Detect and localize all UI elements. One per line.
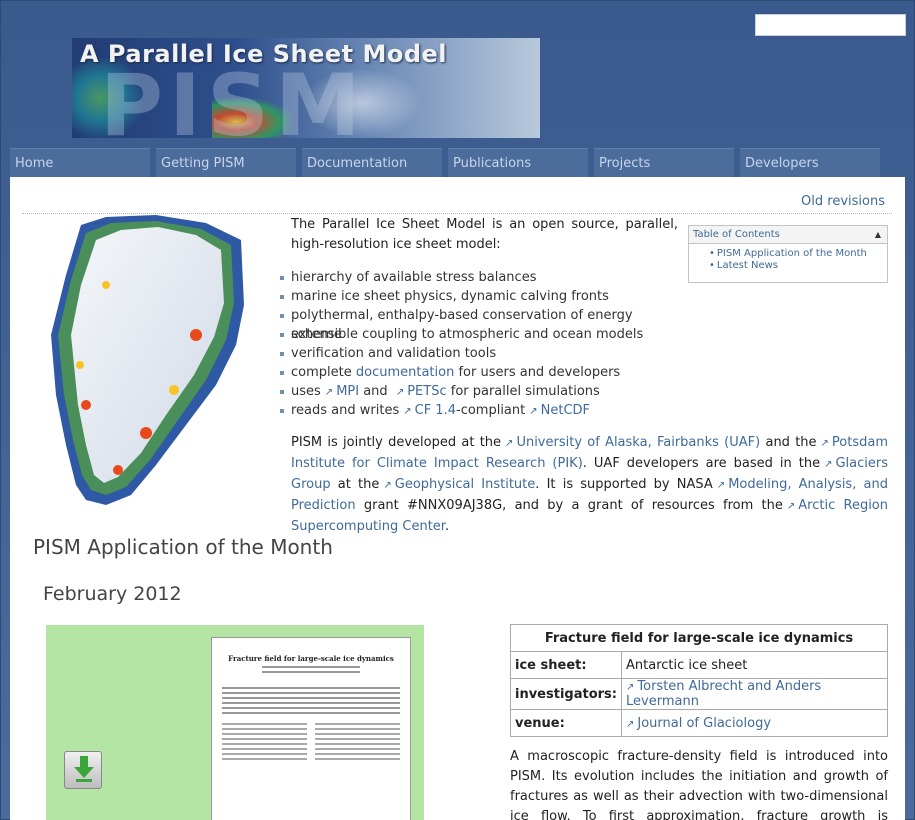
netcdf-link[interactable]: NetCDF (541, 403, 590, 418)
old-revisions-link[interactable]: Old revisions (801, 194, 885, 209)
month-heading: February 2012 (43, 583, 182, 605)
section-heading: PISM Application of the Month (33, 535, 333, 559)
banner-logo: PISM (100, 56, 367, 138)
nav-home[interactable]: Home (10, 148, 150, 177)
mpi-link[interactable]: MPI (336, 384, 359, 399)
nav-developers[interactable]: Developers (740, 148, 880, 177)
list-item: hierarchy of available stress balances (280, 268, 680, 287)
main-content: Old revisions The Parallel Ice Sheet Mod… (10, 177, 905, 820)
list-item: extensible coupling to atmospheric and o… (280, 325, 680, 344)
toc-item-news[interactable]: Latest News (709, 260, 887, 272)
external-link-icon: ↗ (395, 387, 405, 398)
nav-projects[interactable]: Projects (594, 148, 734, 177)
toc-item-application[interactable]: PISM Application of the Month (709, 248, 887, 260)
external-link-icon: ↗ (403, 406, 412, 417)
petsc-link[interactable]: PETSc (407, 384, 446, 399)
application-info-table: Fracture field for large-scale ice dynam… (510, 624, 888, 737)
greenland-map-image (51, 215, 244, 505)
table-row: venue: ↗ Journal of Glaciology (510, 709, 888, 737)
external-link-icon: ↗ (529, 406, 538, 417)
external-link-icon: ↗ (626, 682, 635, 693)
development-paragraph: PISM is jointly developed at the ↗ Univers… (291, 435, 889, 534)
site-banner[interactable]: PISM A Parallel Ice Sheet Model (72, 38, 540, 138)
external-link-icon: ↗ (324, 387, 334, 398)
intro-text: The Parallel Ice Sheet Model is an open … (291, 217, 678, 252)
geophysical-institute-link[interactable]: Geophysical Institute (395, 477, 536, 492)
search-input[interactable] (755, 14, 906, 36)
paper-title: Fracture field for large-scale ice dynam… (228, 654, 394, 663)
table-row: ice sheet: Antarctic ice sheet (510, 651, 888, 679)
table-row: investigators: ↗ Torsten Albrecht and And… (510, 678, 888, 710)
table-of-contents: Table of Contents ▲ PISM Application of … (688, 225, 888, 283)
application-description: A macroscopic fracture-density field is … (510, 749, 888, 820)
venue-link[interactable]: Journal of Glaciology (637, 716, 771, 731)
banner-title: A Parallel Ice Sheet Model (80, 40, 448, 68)
nav-documentation[interactable]: Documentation (302, 148, 442, 177)
nav-getting-pism[interactable]: Getting PISM (156, 148, 296, 177)
list-item: reads and writes ↗ CF 1.4-compliant ↗ NetCDF (280, 401, 680, 420)
external-link-icon: ↗ (626, 718, 635, 730)
external-link-icon: ↗ (786, 501, 796, 512)
divider (22, 213, 892, 214)
documentation-link[interactable]: documentation (356, 365, 454, 380)
investigators-link[interactable]: Torsten Albrecht and Anders Levermann (626, 679, 821, 709)
list-item: polythermal, enthalpy-based conservation… (280, 306, 680, 342)
download-icon[interactable] (64, 751, 102, 789)
external-link-icon: ↗ (505, 438, 514, 449)
list-item: marine ice sheet physics, dynamic calvin… (280, 287, 680, 306)
toc-header[interactable]: Table of Contents ▲ (689, 226, 887, 244)
external-link-icon: ↗ (716, 480, 726, 491)
external-link-icon: ↗ (383, 480, 392, 491)
paper-preview: Fracture field for large-scale ice dynam… (211, 637, 411, 820)
list-item: uses ↗ MPI and ↗ PETSc for parallel simulat… (280, 382, 680, 401)
cf-link[interactable]: CF 1.4 (415, 403, 456, 418)
uaf-link[interactable]: University of Alaska, Fairbanks (UAF) (516, 435, 760, 450)
paper-thumbnail[interactable]: Fracture field for large-scale ice dynam… (46, 625, 424, 820)
collapse-icon[interactable]: ▲ (875, 230, 881, 239)
external-link-icon: ↗ (820, 438, 829, 449)
table-caption: Fracture field for large-scale ice dynam… (510, 624, 888, 652)
list-item: verification and validation tools (280, 344, 680, 363)
nav-publications[interactable]: Publications (448, 148, 588, 177)
feature-list: hierarchy of available stress balances m… (280, 268, 680, 420)
main-nav: Home Getting PISM Documentation Publicat… (10, 148, 890, 177)
external-link-icon: ↗ (824, 459, 833, 470)
list-item: complete documentation for users and dev… (280, 363, 680, 382)
